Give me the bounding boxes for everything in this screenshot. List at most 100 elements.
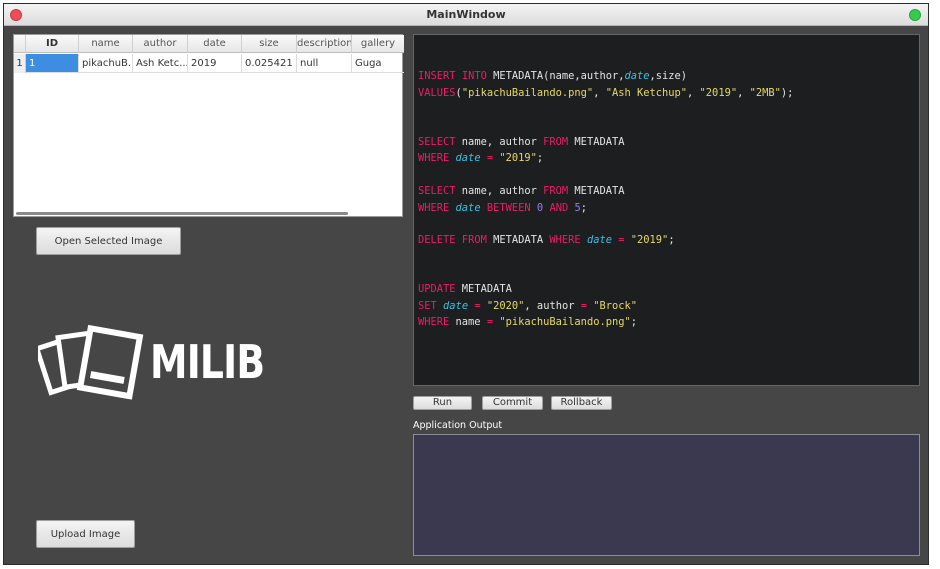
code-line[interactable]	[418, 216, 919, 232]
column-header-size[interactable]: size	[242, 35, 297, 53]
logo-text: MILIB	[150, 335, 265, 389]
code-line[interactable]	[418, 265, 919, 281]
code-token: ;	[536, 152, 544, 165]
table-header: ID name author date size description gal…	[14, 35, 404, 53]
code-line[interactable]: SELECT name, author FROM METADATA	[418, 183, 919, 199]
code-line[interactable]: VALUES("pikachuBailando.png", "Ash Ketch…	[418, 85, 919, 101]
code-token: INTO	[461, 70, 487, 83]
application-output-label: Application Output	[413, 420, 503, 431]
title-bar[interactable]: MainWindow	[4, 4, 928, 26]
code-token: "pikachuBailando.png"	[499, 316, 631, 329]
code-token: WHERE	[418, 152, 450, 165]
code-token: METADATA	[486, 234, 550, 247]
photos-icon	[33, 324, 144, 400]
code-token: WHERE	[549, 234, 581, 247]
code-token: VALUES	[418, 86, 456, 99]
code-token: METADATA	[455, 283, 512, 296]
code-token: "2019"	[499, 152, 537, 165]
code-token: METADATA	[568, 185, 625, 198]
code-token: DELETE	[418, 234, 456, 247]
code-token: FROM	[461, 234, 487, 247]
open-selected-image-button[interactable]: Open Selected Image	[36, 227, 181, 255]
code-token: name, author	[455, 185, 544, 198]
code-token: "pikachuBailando.png"	[461, 86, 594, 99]
code-line[interactable]: SET date = "2020", author = "Brock"	[418, 298, 919, 314]
code-token: ,	[737, 86, 750, 99]
code-token: BETWEEN	[486, 201, 531, 214]
code-token: ,	[593, 86, 606, 99]
main-window: MainWindow ID name author date size desc…	[3, 3, 929, 565]
column-header-date[interactable]: date	[188, 35, 242, 53]
commit-button[interactable]: Commit	[482, 396, 543, 410]
code-token: ,	[687, 86, 700, 99]
code-line[interactable]: WHERE name = "pikachuBailando.png";	[418, 314, 919, 330]
code-token: ;	[630, 316, 637, 329]
code-token: METADATA	[568, 135, 625, 148]
code-token: SELECT	[418, 135, 456, 148]
run-button[interactable]: Run	[413, 396, 472, 410]
code-token: "2MB"	[749, 86, 781, 99]
code-line[interactable]: SELECT name, author FROM METADATA	[418, 134, 919, 150]
sql-editor[interactable]: INSERT INTO METADATA(name,author,date,si…	[413, 34, 920, 386]
cell-size[interactable]: 0.025421	[242, 54, 297, 73]
application-output[interactable]	[413, 434, 920, 556]
column-header-name[interactable]: name	[79, 35, 133, 53]
code-line[interactable]	[418, 52, 919, 68]
code-line[interactable]: WHERE date BETWEEN 0 AND 5;	[418, 200, 919, 216]
cell-author[interactable]: Ash Ketc...	[133, 54, 188, 73]
horizontal-scrollbar[interactable]	[16, 212, 348, 215]
code-line[interactable]: INSERT INTO METADATA(name,author,date,si…	[418, 68, 919, 84]
code-token: "2020"	[486, 299, 525, 312]
window-title: MainWindow	[426, 8, 506, 21]
rollback-button[interactable]: Rollback	[551, 396, 612, 410]
code-line[interactable]	[418, 167, 919, 183]
row-number[interactable]: 1	[14, 54, 26, 73]
code-token: UPDATE	[418, 283, 456, 296]
code-token: ;	[580, 201, 588, 214]
code-token: FROM	[543, 135, 569, 148]
code-token: ;	[668, 234, 675, 247]
code-token: WHERE	[418, 316, 450, 329]
code-token: INSERT	[418, 70, 456, 83]
header-corner	[14, 35, 26, 53]
code-line[interactable]: DELETE FROM METADATA WHERE date = "2019"…	[418, 232, 919, 248]
cell-description[interactable]: null	[297, 54, 352, 73]
code-token: );	[780, 86, 794, 99]
code-token: name, author	[455, 135, 544, 148]
code-token: , author	[524, 299, 581, 312]
metadata-table[interactable]: ID name author date size description gal…	[13, 34, 404, 217]
column-header-author[interactable]: author	[133, 35, 188, 53]
upload-image-button[interactable]: Upload Image	[36, 520, 135, 548]
code-token: FROM	[543, 185, 569, 198]
code-token: date	[455, 201, 481, 214]
column-header-id[interactable]: ID	[26, 35, 79, 53]
cell-gallery[interactable]: Guga	[352, 54, 404, 73]
code-token: "Brock"	[593, 299, 638, 312]
code-line[interactable]	[418, 249, 919, 265]
code-line[interactable]: UPDATE METADATA	[418, 281, 919, 297]
code-token: "2019"	[630, 234, 669, 247]
maximize-icon[interactable]	[909, 9, 921, 21]
cell-date[interactable]: 2019	[188, 54, 242, 73]
code-token: "2019"	[699, 86, 738, 99]
code-token: name	[449, 316, 487, 329]
code-line[interactable]	[418, 118, 919, 134]
code-token: ,size)	[649, 70, 688, 83]
code-line[interactable]: WHERE date = "2019";	[418, 150, 919, 166]
code-token: date	[455, 152, 481, 165]
code-line[interactable]	[418, 101, 919, 117]
code-token: SELECT	[418, 185, 456, 198]
code-token: "Ash Ketchup"	[605, 86, 688, 99]
column-header-description[interactable]: description	[297, 35, 352, 53]
cell-name[interactable]: pikachuB...	[79, 54, 133, 73]
code-token: date	[443, 299, 469, 312]
code-token: SET	[418, 299, 437, 312]
code-token: date	[624, 70, 650, 83]
code-token: AND	[549, 201, 569, 214]
column-header-gallery[interactable]: gallery	[352, 35, 404, 53]
code-token: WHERE	[418, 201, 450, 214]
code-token: date	[586, 234, 612, 247]
code-token: METADATA(name,author,	[486, 70, 625, 83]
milib-logo: MILIB	[33, 322, 278, 404]
cell-id[interactable]: 1	[26, 54, 79, 73]
